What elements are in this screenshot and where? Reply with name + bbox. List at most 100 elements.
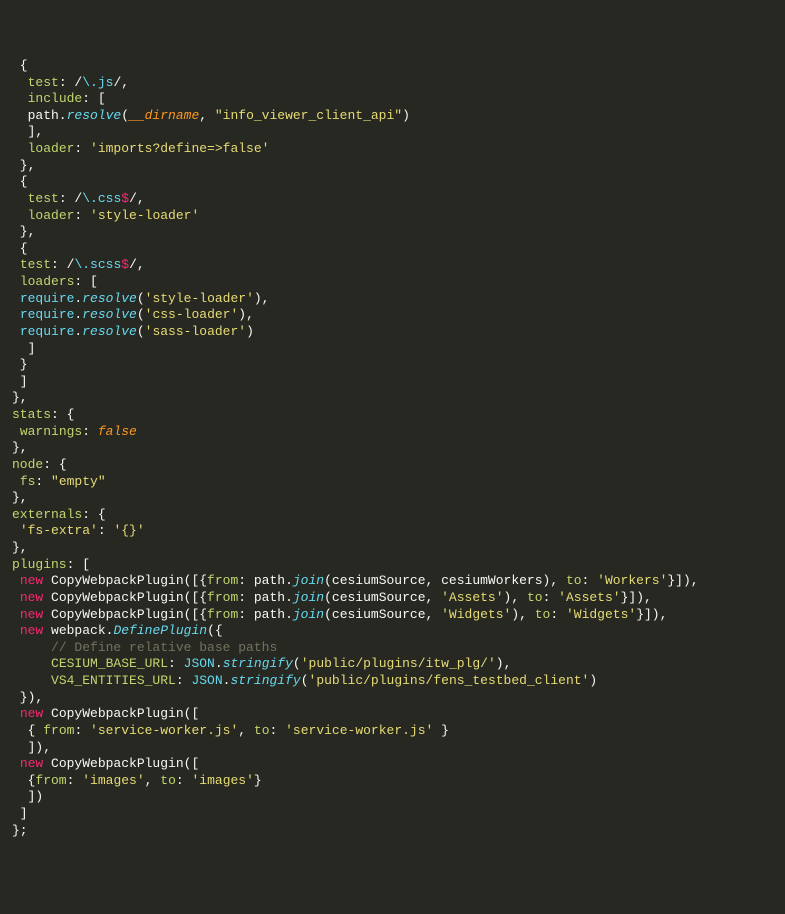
code-token: node — [12, 457, 43, 472]
code-token — [12, 640, 51, 655]
code-token: new — [20, 706, 43, 721]
code-token: "info_viewer_client_api" — [215, 108, 402, 123]
code-line: }, — [12, 158, 773, 175]
code-token: stats — [12, 407, 51, 422]
code-token: }]), — [667, 573, 698, 588]
code-line: warnings: false — [12, 424, 773, 441]
code-token: JSON — [191, 673, 222, 688]
code-line: { — [12, 58, 773, 75]
code-token: { — [12, 58, 28, 73]
code-line: loader: 'imports?define=>false' — [12, 141, 773, 158]
code-line: CESIUM_BASE_URL: JSON.stringify('public/… — [12, 656, 773, 673]
code-token: ], — [12, 124, 43, 139]
code-token: { — [12, 723, 43, 738]
code-token — [12, 573, 20, 588]
code-token: loader — [28, 141, 75, 156]
code-token: loaders — [20, 274, 75, 289]
code-token: }, — [12, 540, 28, 555]
code-line: new CopyWebpackPlugin([{from: path.join(… — [12, 590, 773, 607]
code-token: to — [527, 590, 543, 605]
code-token: \.js — [82, 75, 113, 90]
code-token: new — [20, 573, 43, 588]
code-token — [12, 756, 20, 771]
code-token — [12, 208, 28, 223]
code-line: stats: { — [12, 407, 773, 424]
code-token: : / — [59, 191, 82, 206]
code-line: test: /\.css$/, — [12, 191, 773, 208]
code-token — [12, 257, 20, 272]
code-line: loader: 'style-loader' — [12, 208, 773, 225]
code-token: new — [20, 756, 43, 771]
code-token: ) — [246, 324, 254, 339]
code-token — [12, 607, 20, 622]
code-token: : path. — [238, 590, 293, 605]
code-token — [12, 91, 28, 106]
code-token — [12, 623, 20, 638]
code-token: }; — [12, 823, 28, 838]
code-line: new CopyWebpackPlugin([ — [12, 756, 773, 773]
code-line: } — [12, 357, 773, 374]
code-token: ) — [589, 673, 597, 688]
code-token: : path. — [238, 607, 293, 622]
code-line: require.resolve('sass-loader') — [12, 324, 773, 341]
code-token — [12, 141, 28, 156]
code-token: , — [199, 108, 215, 123]
code-token: loader — [28, 208, 75, 223]
code-token: : — [270, 723, 286, 738]
code-token: stringify — [230, 673, 300, 688]
code-token: : — [74, 723, 90, 738]
code-token: : { — [82, 507, 105, 522]
code-line: new CopyWebpackPlugin([{from: path.join(… — [12, 573, 773, 590]
code-token: // Define relative base paths — [51, 640, 277, 655]
code-token: to — [254, 723, 270, 738]
code-token: 'imports?define=>false' — [90, 141, 269, 156]
code-token: new — [20, 590, 43, 605]
code-token: $ — [121, 191, 129, 206]
code-token: include — [28, 91, 83, 106]
code-token: : — [168, 656, 184, 671]
code-token: 'Workers' — [597, 573, 667, 588]
code-token: 'fs-extra' — [20, 523, 98, 538]
code-line: test: /\.scss$/, — [12, 257, 773, 274]
code-line: ]), — [12, 740, 773, 757]
code-line: // Define relative base paths — [12, 640, 773, 657]
code-token — [12, 656, 51, 671]
code-token: }]), — [621, 590, 652, 605]
code-token: 'service-worker.js' — [90, 723, 238, 738]
code-token: : — [82, 424, 98, 439]
code-token: }, — [12, 158, 35, 173]
code-line: externals: { — [12, 507, 773, 524]
code-token: resolve — [82, 291, 137, 306]
code-line: new CopyWebpackPlugin([{from: path.join(… — [12, 607, 773, 624]
code-token: ( — [137, 324, 145, 339]
code-token: ), — [511, 607, 534, 622]
code-token — [12, 291, 20, 306]
code-token: (cesiumSource, — [324, 590, 441, 605]
code-token: (cesiumSource, — [324, 607, 441, 622]
code-line: fs: "empty" — [12, 474, 773, 491]
code-token: test — [28, 191, 59, 206]
code-token: join — [293, 573, 324, 588]
code-line: ] — [12, 374, 773, 391]
code-line: }, — [12, 390, 773, 407]
code-token: test — [28, 75, 59, 90]
code-token: from — [207, 573, 238, 588]
code-token: }), — [12, 690, 43, 705]
code-token: }, — [12, 390, 28, 405]
code-token: : — [543, 590, 559, 605]
code-token — [12, 673, 51, 688]
code-line: node: { — [12, 457, 773, 474]
code-token: false — [98, 424, 137, 439]
code-token: stringify — [223, 656, 293, 671]
code-token: . — [215, 656, 223, 671]
code-token: warnings — [20, 424, 82, 439]
code-token: test — [20, 257, 51, 272]
code-token — [12, 75, 28, 90]
code-token — [12, 324, 20, 339]
code-token: JSON — [184, 656, 215, 671]
code-token: CopyWebpackPlugin([{ — [43, 607, 207, 622]
code-token: ( — [301, 673, 309, 688]
code-token: : / — [51, 257, 74, 272]
code-token: webpack. — [43, 623, 113, 638]
code-line: {from: 'images', to: 'images'} — [12, 773, 773, 790]
